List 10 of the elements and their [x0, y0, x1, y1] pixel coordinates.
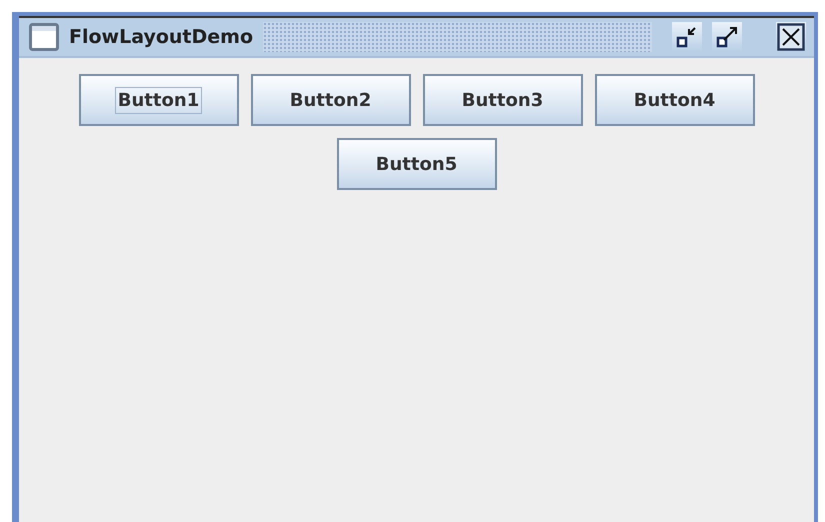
- push-button[interactable]: Button5: [336, 138, 496, 190]
- window-title: FlowLayoutDemo: [69, 26, 253, 48]
- close-button[interactable]: [776, 22, 806, 52]
- maximize-button[interactable]: [712, 22, 742, 52]
- push-button[interactable]: Button1: [78, 74, 238, 126]
- push-button[interactable]: Button2: [250, 74, 410, 126]
- push-button[interactable]: Button3: [422, 74, 582, 126]
- minimize-button[interactable]: [672, 22, 702, 52]
- window-icon: [29, 23, 59, 51]
- push-button[interactable]: Button4: [594, 74, 754, 126]
